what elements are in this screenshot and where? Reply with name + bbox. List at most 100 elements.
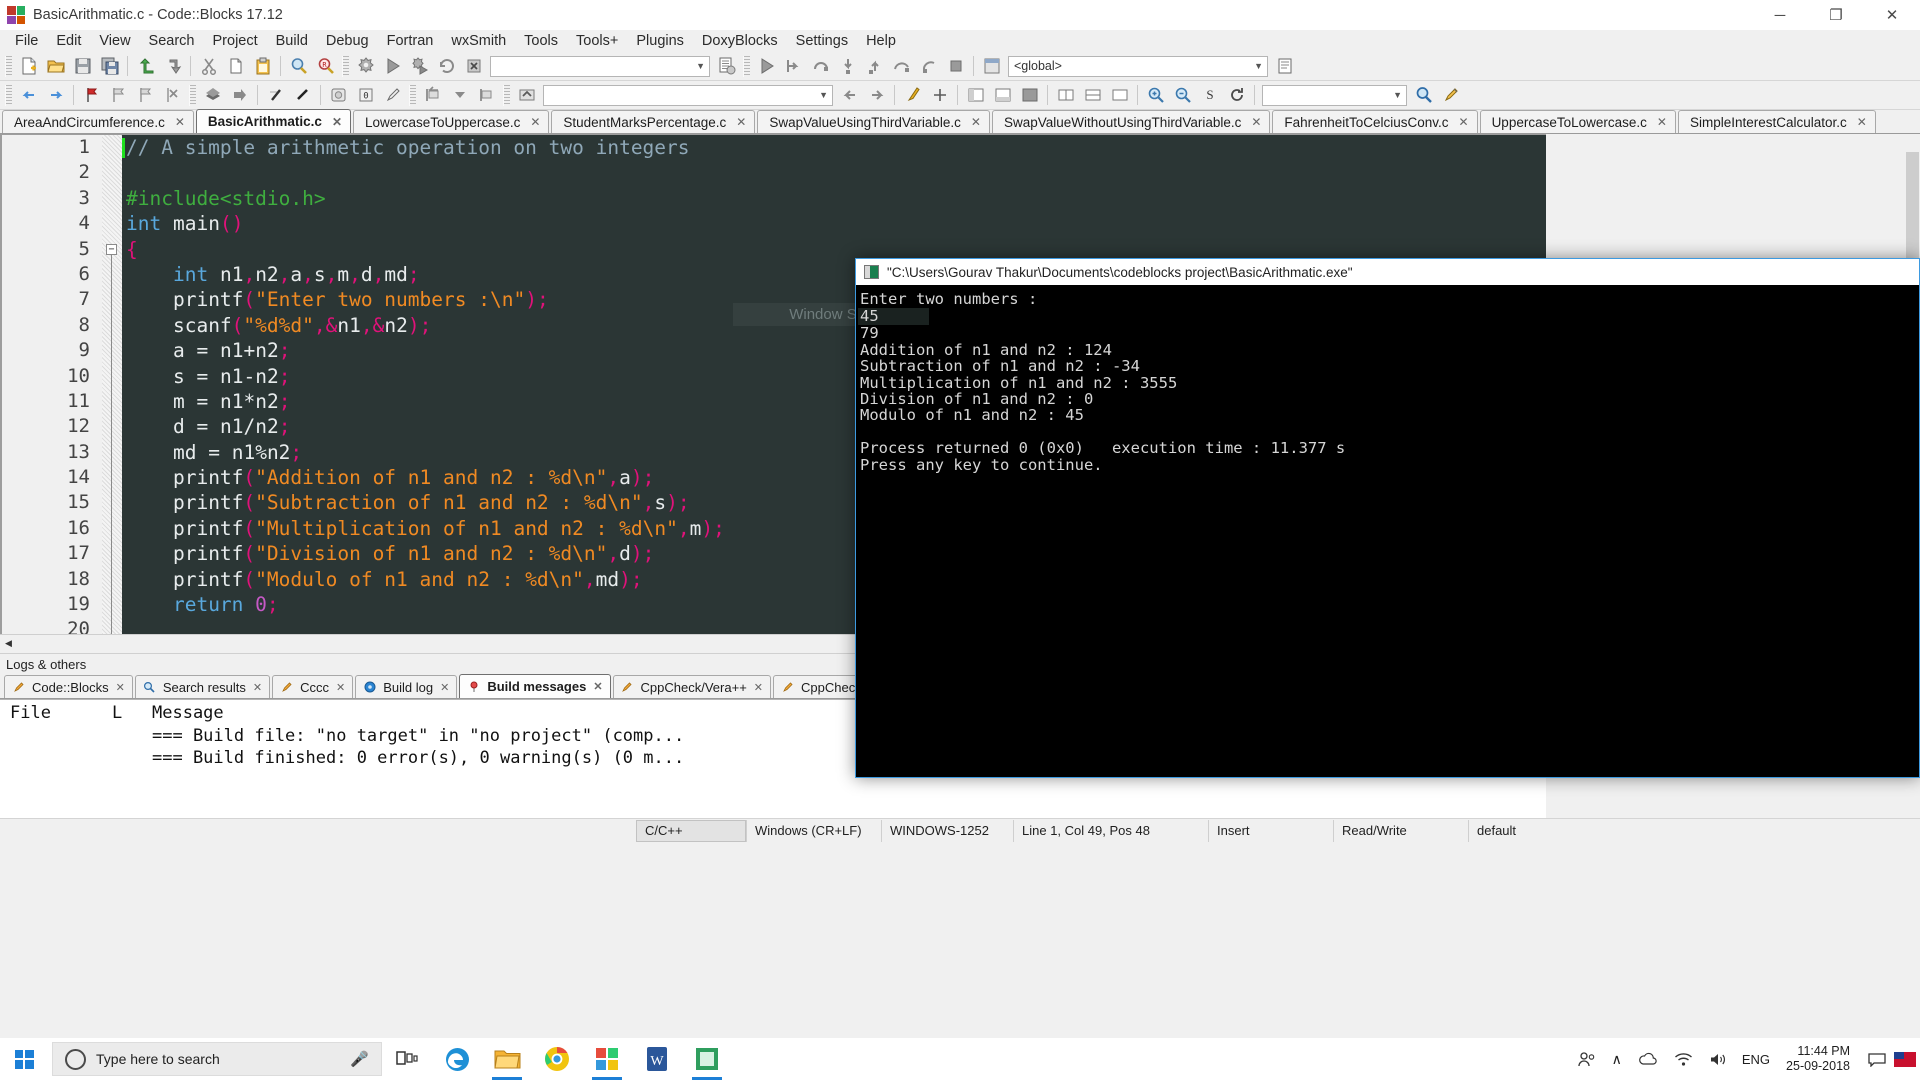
console-output[interactable]: Enter two numbers :4579Addition of n1 an… <box>856 285 1919 473</box>
open-file-icon[interactable] <box>43 54 68 79</box>
debug-windows-icon[interactable] <box>979 54 1004 79</box>
language-indicator[interactable]: ENG <box>1736 1052 1776 1067</box>
next-bookmark-icon[interactable] <box>133 83 158 108</box>
fold-margin[interactable]: − <box>102 135 122 634</box>
people-icon[interactable] <box>1570 1051 1604 1067</box>
close-icon[interactable]: ✕ <box>253 681 262 694</box>
save-all-icon[interactable] <box>97 54 122 79</box>
marker-icon[interactable] <box>900 83 925 108</box>
back-icon[interactable] <box>16 83 41 108</box>
minimize-button[interactable]: ─ <box>1752 0 1808 30</box>
editor-tab-simpleinterestcalculator[interactable]: SimpleInterestCalculator.c ✕ <box>1678 110 1876 133</box>
menu-plugins[interactable]: Plugins <box>627 31 693 51</box>
close-icon[interactable]: ✕ <box>440 681 449 694</box>
undo-icon[interactable] <box>133 54 158 79</box>
editor-tab-fahrenheittocelciusconv[interactable]: FahrenheitToCelciusConv.c ✕ <box>1272 110 1477 133</box>
toolbar-grip[interactable] <box>409 85 416 106</box>
editor-tab-basicarithmatic[interactable]: BasicArithmatic.c ✕ <box>196 109 351 133</box>
toolbar-grip[interactable] <box>503 85 510 106</box>
logs-tab-build-log[interactable]: Build log ✕ <box>355 675 457 698</box>
menu-edit[interactable]: Edit <box>47 31 90 51</box>
close-icon[interactable]: ✕ <box>1251 115 1261 129</box>
menu-tools-plus[interactable]: Tools+ <box>567 31 627 51</box>
speaker-icon[interactable] <box>1701 1052 1736 1067</box>
break-icon[interactable] <box>927 83 952 108</box>
menu-debug[interactable]: Debug <box>317 31 378 51</box>
select-target-icon[interactable] <box>714 54 739 79</box>
search-decl-icon[interactable] <box>1411 83 1436 108</box>
next-changed-line-icon[interactable] <box>474 83 499 108</box>
menu-wxsmith[interactable]: wxSmith <box>442 31 515 51</box>
rebuild-icon[interactable] <box>434 54 459 79</box>
toolbar-grip[interactable] <box>342 56 349 77</box>
split-v-icon[interactable] <box>1080 83 1105 108</box>
redo-icon[interactable] <box>160 54 185 79</box>
column-header-line[interactable]: L <box>112 703 152 723</box>
toggle-bookmark-icon[interactable] <box>79 83 104 108</box>
full-panel-icon[interactable] <box>1017 83 1042 108</box>
edge-icon[interactable] <box>432 1038 482 1080</box>
microphone-icon[interactable]: 🎤 <box>350 1050 369 1068</box>
clear-bookmarks-icon[interactable] <box>160 83 185 108</box>
nav-forward-icon[interactable] <box>864 83 889 108</box>
zoom-out-icon[interactable] <box>1170 83 1195 108</box>
logs-tab-codeblocks[interactable]: Code::Blocks ✕ <box>4 675 133 698</box>
debug-step-out-icon[interactable] <box>862 54 887 79</box>
menu-tools[interactable]: Tools <box>515 31 567 51</box>
clear-changes-icon[interactable] <box>447 83 472 108</box>
doxyblocks-icon[interactable] <box>200 83 225 108</box>
word-icon[interactable]: W <box>632 1038 682 1080</box>
toolbar-grip[interactable] <box>189 85 196 106</box>
search-combo[interactable]: ▼ <box>1262 85 1407 106</box>
stream-icon[interactable] <box>326 83 351 108</box>
debug-next-line-icon[interactable] <box>808 54 833 79</box>
menu-build[interactable]: Build <box>267 31 317 51</box>
start-button[interactable] <box>0 1038 48 1080</box>
scope-combo[interactable]: <global> ▼ <box>1008 56 1268 77</box>
split-h-icon[interactable] <box>1053 83 1078 108</box>
close-icon[interactable]: ✕ <box>332 115 342 129</box>
toolbar-grip[interactable] <box>5 56 12 77</box>
left-panel-icon[interactable] <box>963 83 988 108</box>
onedrive-icon[interactable] <box>1630 1052 1666 1066</box>
refresh-icon[interactable] <box>1224 83 1249 108</box>
console-window[interactable]: "C:\Users\Gourav Thakur\Documents\codebl… <box>855 258 1920 778</box>
save-icon[interactable] <box>70 54 95 79</box>
forward-icon[interactable] <box>43 83 68 108</box>
maximize-button[interactable]: ❐ <box>1808 0 1864 30</box>
chrome-icon[interactable] <box>532 1038 582 1080</box>
close-icon[interactable]: ✕ <box>1459 115 1469 129</box>
close-icon[interactable]: ✕ <box>593 680 602 693</box>
run-icon[interactable] <box>380 54 405 79</box>
chevron-up-icon[interactable]: ∧ <box>1604 1051 1630 1068</box>
close-icon[interactable]: ✕ <box>1657 115 1667 129</box>
editor-tab-swapvaluewithoutusingthirdvariable[interactable]: SwapValueWithoutUsingThirdVariable.c ✕ <box>992 110 1270 133</box>
debug-run-to-cursor-icon[interactable] <box>781 54 806 79</box>
close-icon[interactable]: ✕ <box>336 681 345 694</box>
prev-changed-line-icon[interactable] <box>420 83 445 108</box>
search-impl-icon[interactable] <box>1438 83 1463 108</box>
close-icon[interactable]: ✕ <box>736 115 746 129</box>
copy-icon[interactable] <box>223 54 248 79</box>
find-icon[interactable] <box>286 54 311 79</box>
editor-tab-areaandcircumference[interactable]: AreaAndCircumference.c ✕ <box>2 110 194 133</box>
symbols-browser-icon[interactable] <box>1272 54 1297 79</box>
menu-project[interactable]: Project <box>204 31 267 51</box>
close-button[interactable]: ✕ <box>1864 0 1920 30</box>
paste-icon[interactable] <box>250 54 275 79</box>
fold-toggle-icon[interactable]: − <box>106 244 117 255</box>
close-icon[interactable]: ✕ <box>754 681 763 694</box>
logs-tab-build-messages[interactable]: Build messages ✕ <box>459 674 610 698</box>
column-header-file[interactable]: File <box>0 703 112 723</box>
highlight-pen-icon[interactable] <box>380 83 405 108</box>
prev-bookmark-icon[interactable] <box>106 83 131 108</box>
codeblocks-icon[interactable] <box>682 1038 732 1080</box>
debug-stop-icon[interactable] <box>943 54 968 79</box>
block-comment-icon[interactable]: 0 <box>353 83 378 108</box>
build-and-run-icon[interactable] <box>407 54 432 79</box>
taskbar-clock[interactable]: 11:44 PM 25-09-2018 <box>1776 1044 1860 1074</box>
build-icon[interactable] <box>353 54 378 79</box>
bottom-panel-icon[interactable] <box>990 83 1015 108</box>
file-explorer-icon[interactable] <box>482 1038 532 1080</box>
nav-back-icon[interactable] <box>837 83 862 108</box>
